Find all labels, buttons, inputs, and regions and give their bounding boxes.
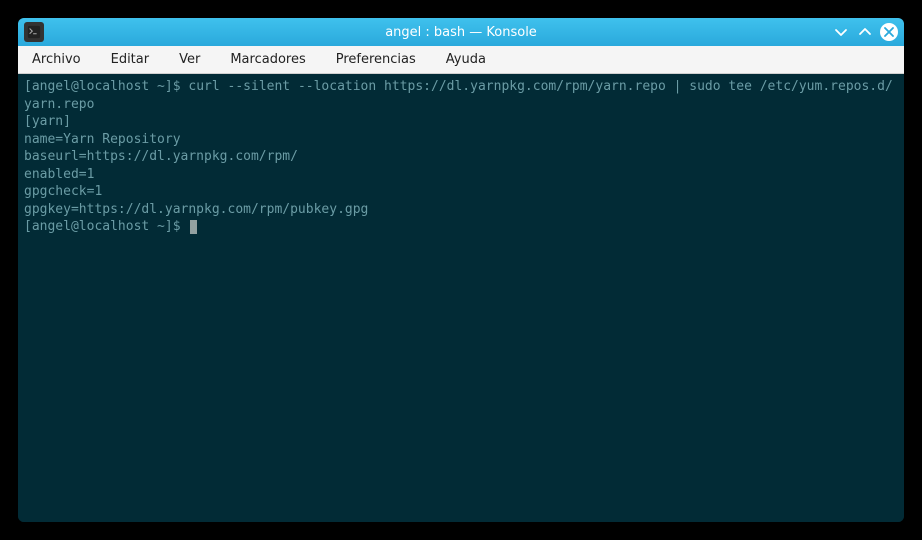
titlebar[interactable]: angel : bash — Konsole [18,18,904,46]
close-button[interactable] [880,23,898,41]
menu-archivo[interactable]: Archivo [26,48,87,71]
output-line: gpgkey=https://dl.yarnpkg.com/rpm/pubkey… [24,202,368,217]
shell-prompt: [angel@localhost ~]$ [24,79,188,94]
menu-preferencias[interactable]: Preferencias [330,48,422,71]
shell-prompt: [angel@localhost ~]$ [24,219,188,234]
menu-marcadores[interactable]: Marcadores [224,48,311,71]
output-line: [yarn] [24,114,71,129]
konsole-icon [24,22,44,42]
maximize-button[interactable] [856,23,874,41]
output-line: gpgcheck=1 [24,184,102,199]
window-controls [832,23,904,41]
output-line: baseurl=https://dl.yarnpkg.com/rpm/ [24,149,298,164]
minimize-button[interactable] [832,23,850,41]
terminal-output[interactable]: [angel@localhost ~]$ curl --silent --loc… [18,74,904,522]
terminal-cursor [190,220,197,234]
menu-editar[interactable]: Editar [105,48,156,71]
window-title: angel : bash — Konsole [385,25,537,40]
menu-ayuda[interactable]: Ayuda [440,48,492,71]
output-line: enabled=1 [24,167,94,182]
menubar: Archivo Editar Ver Marcadores Preferenci… [18,46,904,74]
output-line: name=Yarn Repository [24,132,181,147]
konsole-window: angel : bash — Konsole Archivo Editar Ve… [18,18,904,522]
menu-ver[interactable]: Ver [173,48,206,71]
